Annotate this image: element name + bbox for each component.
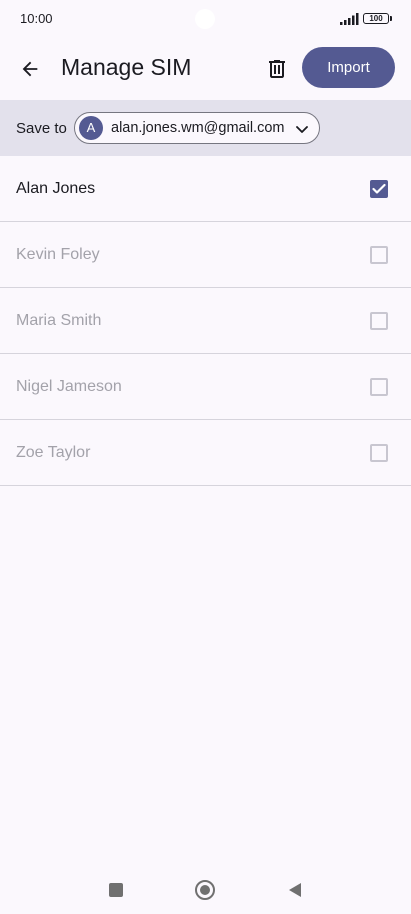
contact-checkbox[interactable] — [370, 444, 388, 462]
list-item[interactable]: Nigel Jameson — [0, 354, 411, 420]
account-email: alan.jones.wm@gmail.com — [111, 120, 285, 136]
signal-icon — [340, 13, 359, 25]
camera-cutout — [195, 9, 215, 29]
battery-level: 100 — [369, 14, 383, 23]
arrow-back-icon — [22, 61, 38, 77]
back-button[interactable] — [10, 49, 50, 89]
status-time: 10:00 — [20, 11, 53, 26]
battery-icon: 100 — [363, 13, 392, 24]
contact-list: Alan Jones Kevin Foley Maria Smith Nigel… — [0, 156, 411, 486]
square-recents-icon[interactable] — [109, 883, 123, 897]
list-item[interactable]: Kevin Foley — [0, 222, 411, 288]
import-button[interactable]: Import — [302, 47, 395, 88]
check-icon — [372, 183, 386, 194]
account-selector[interactable]: A alan.jones.wm@gmail.com — [74, 112, 320, 144]
save-to-bar: Save to A alan.jones.wm@gmail.com — [0, 100, 411, 156]
page-title: Manage SIM — [61, 54, 192, 80]
chevron-down-icon — [296, 126, 308, 133]
avatar: A — [79, 116, 103, 140]
triangle-back-icon[interactable] — [287, 882, 303, 898]
contact-name: Alan Jones — [16, 180, 96, 197]
contact-checkbox[interactable] — [370, 378, 388, 396]
contact-checkbox[interactable] — [370, 312, 388, 330]
app-bar: Manage SIM Import — [0, 38, 411, 100]
contact-checkbox[interactable] — [370, 180, 388, 198]
save-to-label: Save to — [16, 120, 67, 137]
contact-checkbox[interactable] — [370, 246, 388, 264]
list-item[interactable]: Maria Smith — [0, 288, 411, 354]
import-button-label: Import — [327, 59, 370, 76]
list-item[interactable]: Zoe Taylor — [0, 420, 411, 486]
contact-name: Nigel Jameson — [16, 378, 122, 395]
circle-home-icon[interactable] — [195, 880, 215, 900]
list-item[interactable]: Alan Jones — [0, 156, 411, 222]
contact-name: Zoe Taylor — [16, 444, 91, 461]
status-bar: 10:00 100 — [0, 0, 411, 38]
trash-icon — [269, 60, 285, 78]
contact-name: Kevin Foley — [16, 246, 100, 263]
delete-button[interactable] — [257, 49, 297, 89]
contact-name: Maria Smith — [16, 312, 102, 329]
system-nav-bar — [0, 866, 411, 914]
